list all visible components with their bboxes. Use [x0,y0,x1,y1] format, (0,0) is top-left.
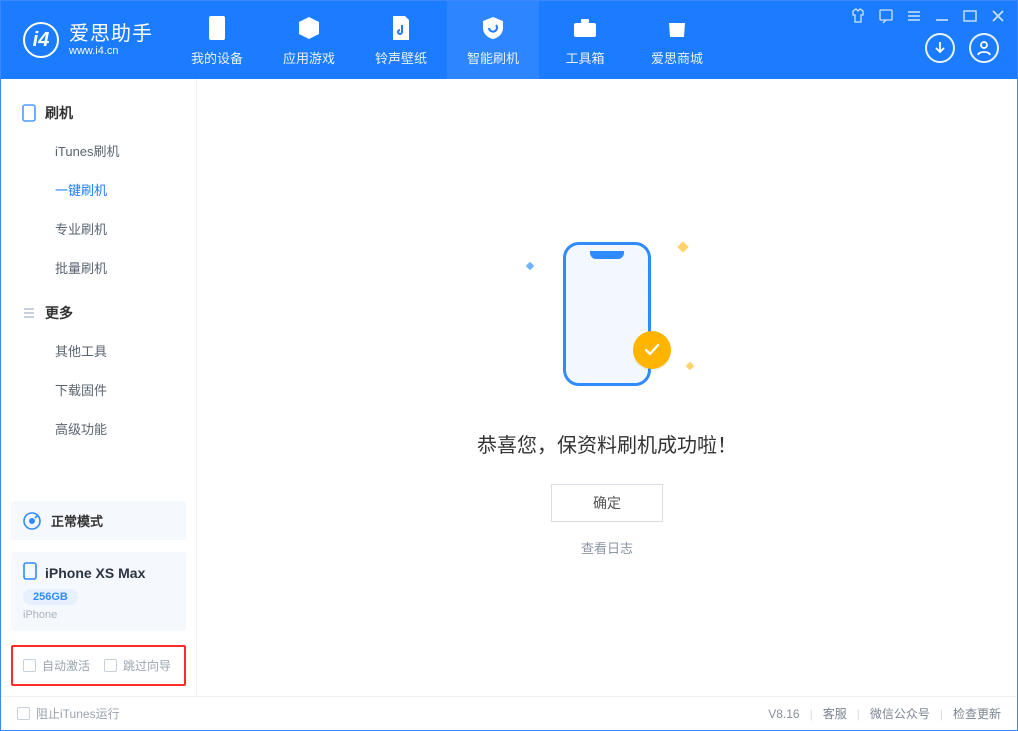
bag-icon [663,14,691,42]
checkbox-label: 自动激活 [42,657,90,674]
options-highlight: 自动激活 跳过向导 [11,645,186,686]
side-head-flash: 刷机 [1,95,196,131]
ok-button[interactable]: 确定 [551,484,663,522]
sidebar-item-firmware[interactable]: 下载固件 [1,370,196,409]
music-file-icon [387,14,415,42]
checkbox-label: 阻止iTunes运行 [36,705,120,722]
side-group-flash: 刷机 iTunes刷机 一键刷机 专业刷机 批量刷机 [1,95,196,295]
account-button[interactable] [969,33,999,63]
main-nav: 我的设备 应用游戏 铃声壁纸 智能刷机 工具箱 爱思商城 [171,1,723,79]
main-panel: 恭喜您，保资料刷机成功啦！ 确定 查看日志 [197,79,1017,696]
brand-logo-icon: i4 [23,22,59,58]
sparkle-icon [677,241,688,252]
footer-link-update[interactable]: 检查更新 [953,705,1001,722]
nav-mall[interactable]: 爱思商城 [631,1,723,79]
device-type: iPhone [23,609,174,621]
close-icon[interactable] [989,7,1007,25]
checkbox-icon [104,659,117,672]
refresh-shield-icon [479,14,507,42]
device-icon [21,105,37,121]
sidebar-item-advanced[interactable]: 高级功能 [1,409,196,448]
download-button[interactable] [925,33,955,63]
sidebar-item-other-tools[interactable]: 其他工具 [1,331,196,370]
body: 刷机 iTunes刷机 一键刷机 专业刷机 批量刷机 更多 其他工具 下载固件 … [1,79,1017,696]
minimize-icon[interactable] [933,7,951,25]
version-label: V8.16 [768,707,799,721]
status-label: 正常模式 [51,511,103,530]
status-icon [23,512,41,530]
checkbox-skip-wizard[interactable]: 跳过向导 [104,657,171,674]
device-name: iPhone XS Max [45,565,145,581]
nav-smart-flash[interactable]: 智能刷机 [447,1,539,79]
nav-label: 应用游戏 [283,48,335,67]
side-group-more: 更多 其他工具 下载固件 高级功能 [1,295,196,456]
skin-icon[interactable] [849,7,867,25]
separator: | [857,707,860,721]
checkbox-icon [17,707,30,720]
nav-label: 智能刷机 [467,48,519,67]
headline: 恭喜您，保资料刷机成功啦！ [477,429,737,458]
maximize-icon[interactable] [961,7,979,25]
device-card[interactable]: iPhone XS Max 256GB iPhone [11,552,186,631]
sidebar-item-batch-flash[interactable]: 批量刷机 [1,248,196,287]
menu-icon[interactable] [905,7,923,25]
device-storage: 256GB [23,589,78,605]
sidebar-item-itunes-flash[interactable]: iTunes刷机 [1,131,196,170]
checkbox-icon [23,659,36,672]
brand: i4 爱思助手 www.i4.cn [1,1,171,79]
footer-link-service[interactable]: 客服 [823,705,847,722]
nav-my-device[interactable]: 我的设备 [171,1,263,79]
nav-label: 爱思商城 [651,48,703,67]
sidebar-item-pro-flash[interactable]: 专业刷机 [1,209,196,248]
footer-link-wechat[interactable]: 微信公众号 [870,705,930,722]
list-icon [21,305,37,321]
sidebar-item-onekey-flash[interactable]: 一键刷机 [1,170,196,209]
phone-outline-icon [563,242,651,386]
cube-icon [295,14,323,42]
device-mode-card[interactable]: 正常模式 [11,501,186,540]
header-actions [925,33,999,63]
nav-ringtones[interactable]: 铃声壁纸 [355,1,447,79]
small-phone-icon [23,562,37,583]
nav-toolbox[interactable]: 工具箱 [539,1,631,79]
window-controls [849,7,1007,25]
side-head-label: 刷机 [45,103,73,123]
status-bar: 阻止iTunes运行 V8.16 | 客服 | 微信公众号 | 检查更新 [1,696,1017,730]
toolbox-icon [571,14,599,42]
brand-url: www.i4.cn [69,45,153,57]
nav-label: 工具箱 [565,48,604,67]
separator: | [940,707,943,721]
sidebar: 刷机 iTunes刷机 一键刷机 专业刷机 批量刷机 更多 其他工具 下载固件 … [1,79,197,696]
sparkle-icon [686,362,694,370]
check-badge-icon [633,331,671,369]
title-bar: i4 爱思助手 www.i4.cn 我的设备 应用游戏 铃声壁纸 智能刷机 [1,1,1017,79]
separator: | [810,707,813,721]
view-log-link[interactable]: 查看日志 [581,538,633,557]
side-head-more: 更多 [1,295,196,331]
checkbox-label: 跳过向导 [123,657,171,674]
checkbox-block-itunes[interactable]: 阻止iTunes运行 [17,705,120,722]
nav-label: 铃声壁纸 [375,48,427,67]
nav-label: 我的设备 [191,48,243,67]
feedback-icon[interactable] [877,7,895,25]
checkbox-auto-activate[interactable]: 自动激活 [23,657,90,674]
sparkle-icon [526,262,534,270]
side-head-label: 更多 [45,303,73,323]
nav-apps-games[interactable]: 应用游戏 [263,1,355,79]
success-illustration [497,229,717,399]
phone-icon [203,14,231,42]
app-window: i4 爱思助手 www.i4.cn 我的设备 应用游戏 铃声壁纸 智能刷机 [0,0,1018,731]
brand-name: 爱思助手 [69,23,153,45]
